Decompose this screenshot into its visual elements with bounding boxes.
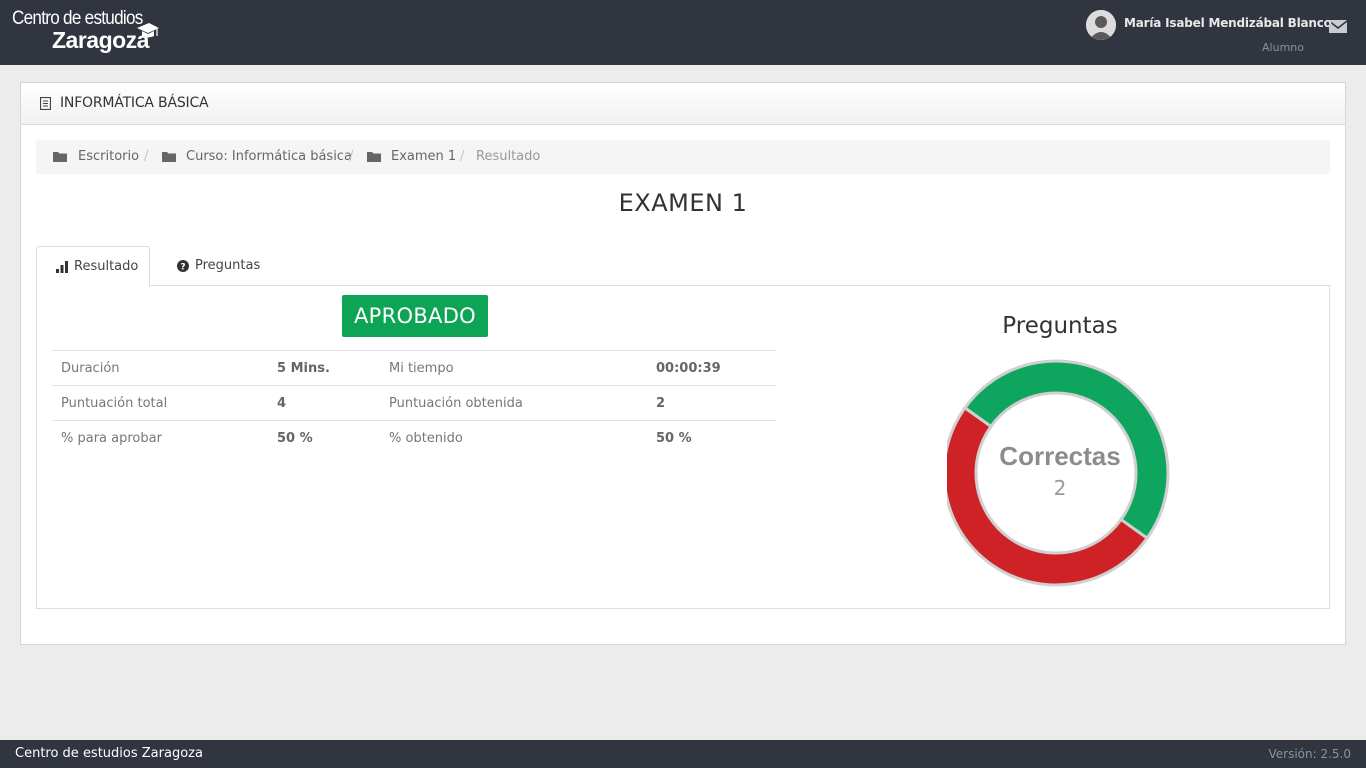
stat-value: 50 % bbox=[268, 420, 380, 456]
stat-value: 50 % bbox=[647, 420, 776, 456]
bar-chart-icon bbox=[56, 261, 68, 273]
panel-title: INFORMÁTICA BÁSICA bbox=[60, 95, 209, 111]
tab-preguntas-label: Preguntas bbox=[195, 258, 261, 273]
footer-brand: Centro de estudios Zaragoza bbox=[15, 746, 203, 761]
stat-label: Mi tiempo bbox=[380, 350, 647, 386]
breadcrumb-separator: / bbox=[349, 149, 354, 164]
footer-version: Versión: 2.5.0 bbox=[1268, 747, 1351, 761]
donut-center-label: Correctas bbox=[999, 441, 1121, 471]
panel-header: INFORMÁTICA BÁSICA bbox=[21, 83, 1345, 125]
chart-title: Preguntas bbox=[1002, 313, 1118, 339]
stat-label: % para aprobar bbox=[52, 420, 268, 456]
table-row: Duración 5 Mins. Mi tiempo 00:00:39 bbox=[52, 350, 776, 386]
user-avatar-icon[interactable] bbox=[1086, 10, 1116, 40]
questions-donut-chart bbox=[947, 359, 1170, 587]
result-pane: APROBADO Duración 5 Mins. Mi tiempo 00:0… bbox=[36, 286, 1330, 609]
breadcrumb-item-examen[interactable]: Examen 1 bbox=[391, 149, 456, 164]
stat-label: Puntuación obtenida bbox=[380, 385, 647, 421]
svg-text:?: ? bbox=[180, 263, 185, 273]
brand-line2: Zaragoza bbox=[52, 27, 149, 53]
breadcrumb-item-resultado: Resultado bbox=[476, 149, 541, 164]
breadcrumb-separator: / bbox=[460, 149, 465, 164]
table-row: Puntuación total 4 Puntuación obtenida 2 bbox=[52, 385, 776, 421]
document-icon bbox=[40, 97, 51, 110]
graduation-cap-icon bbox=[137, 23, 159, 38]
stat-value: 2 bbox=[647, 385, 776, 421]
table-row: % para aprobar 50 % % obtenido 50 % bbox=[52, 420, 776, 456]
folder-icon bbox=[53, 152, 67, 162]
stat-value: 5 Mins. bbox=[268, 350, 380, 386]
stat-label: Puntuación total bbox=[52, 385, 268, 421]
stat-value: 4 bbox=[268, 385, 380, 421]
tab-resultado-label: Resultado bbox=[74, 259, 139, 274]
result-stats-table: Duración 5 Mins. Mi tiempo 00:00:39 Punt… bbox=[52, 350, 776, 456]
breadcrumb-item-curso[interactable]: Curso: Informática básica bbox=[186, 149, 352, 164]
user-role: Alumno bbox=[1262, 41, 1304, 54]
question-circle-icon: ? bbox=[177, 260, 189, 272]
tab-resultado[interactable]: Resultado bbox=[36, 246, 150, 287]
stat-label: % obtenido bbox=[380, 420, 647, 456]
breadcrumb-item-escritorio[interactable]: Escritorio bbox=[78, 149, 139, 164]
donut-center-value: 2 bbox=[1053, 476, 1067, 500]
status-badge: APROBADO bbox=[342, 295, 488, 337]
breadcrumb: Escritorio / Curso: Informática básica /… bbox=[36, 140, 1330, 174]
brand-logo[interactable]: Centro de estudios Zaragoza bbox=[12, 8, 162, 56]
tab-bar: Resultado ? Preguntas bbox=[36, 246, 1330, 287]
envelope-icon[interactable] bbox=[1329, 20, 1347, 33]
folder-icon bbox=[367, 152, 381, 162]
page-title: EXAMEN 1 bbox=[618, 189, 748, 217]
stat-value: 00:00:39 bbox=[647, 350, 776, 386]
stat-label: Duración bbox=[52, 350, 268, 386]
course-panel: INFORMÁTICA BÁSICA Escritorio / Curso: I… bbox=[20, 82, 1346, 645]
tab-preguntas[interactable]: ? Preguntas bbox=[160, 246, 270, 286]
top-navbar: Centro de estudios Zaragoza María Isabel… bbox=[0, 0, 1366, 65]
footer: Centro de estudios Zaragoza Versión: 2.5… bbox=[0, 740, 1366, 768]
breadcrumb-separator: / bbox=[144, 149, 149, 164]
folder-icon bbox=[162, 152, 176, 162]
user-name[interactable]: María Isabel Mendizábal Blanco bbox=[1124, 16, 1332, 30]
